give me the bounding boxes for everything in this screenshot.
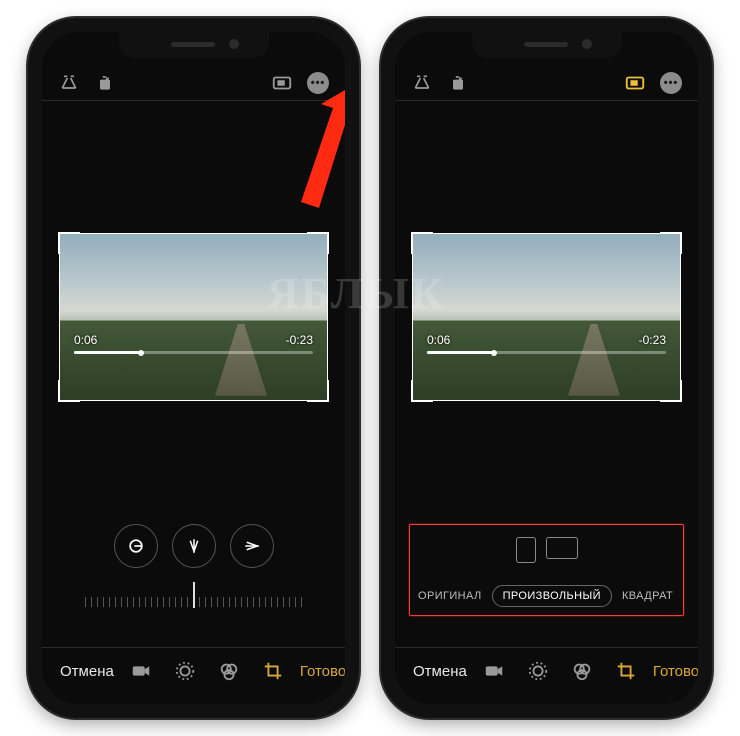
crop-handle-tr[interactable] (307, 232, 329, 254)
crop-handle-bl[interactable] (411, 380, 433, 402)
notch (472, 32, 622, 58)
video-tab-icon[interactable] (130, 660, 152, 682)
rotate-icon[interactable] (447, 72, 469, 94)
remaining-time: -0:23 (286, 333, 313, 347)
straighten-button[interactable] (114, 524, 158, 568)
aspect-ratio-panel: ОРИГИНАЛ ПРОИЗВОЛЬНЫЙ КВАДРАТ 16:9 (409, 524, 684, 616)
aspect-ratio-icon[interactable] (271, 72, 293, 94)
crop-tab-icon[interactable] (262, 660, 284, 682)
cancel-button[interactable]: Отмена (413, 663, 467, 680)
orientation-landscape[interactable] (546, 537, 578, 559)
crop-handle-tr[interactable] (660, 232, 682, 254)
horizontal-perspective-button[interactable] (230, 524, 274, 568)
done-button[interactable]: Готово (300, 663, 345, 680)
aspect-option-square[interactable]: КВАДРАТ (622, 590, 673, 602)
video-crop-frame[interactable]: 0:06 -0:23 (60, 234, 327, 400)
editor-bottom-bar: Отмена Готово (42, 647, 345, 694)
phone-mock-right: ••• 0:06 -0:23 (381, 18, 712, 718)
crop-handle-tl[interactable] (411, 232, 433, 254)
aspect-ratio-options: ОРИГИНАЛ ПРОИЗВОЛЬНЫЙ КВАДРАТ 16:9 (410, 585, 683, 607)
flip-horizontal-icon[interactable] (58, 72, 80, 94)
video-scrubber[interactable]: 0:06 -0:23 (74, 324, 313, 354)
adjust-tab-icon[interactable] (527, 660, 549, 682)
adjust-tab-icon[interactable] (174, 660, 196, 682)
more-icon[interactable]: ••• (307, 72, 329, 94)
rotation-dial[interactable] (76, 584, 311, 612)
rotate-icon[interactable] (94, 72, 116, 94)
editor-bottom-bar: Отмена Готово (395, 647, 698, 694)
filters-tab-icon[interactable] (571, 660, 593, 682)
crop-handle-br[interactable] (307, 380, 329, 402)
vertical-perspective-button[interactable] (172, 524, 216, 568)
video-preview (413, 234, 680, 400)
screen-left: ••• 0:06 -0:23 (42, 32, 345, 704)
phone-mock-left: ••• 0:06 -0:23 (28, 18, 359, 718)
screen-right: ••• 0:06 -0:23 (395, 32, 698, 704)
done-button[interactable]: Готово (653, 663, 698, 680)
more-icon[interactable]: ••• (660, 72, 682, 94)
video-preview (60, 234, 327, 400)
elapsed-time: 0:06 (74, 333, 97, 347)
transform-controls (42, 524, 345, 568)
cancel-button[interactable]: Отмена (60, 663, 114, 680)
aspect-ratio-icon[interactable] (624, 72, 646, 94)
annotation-arrow (275, 90, 345, 210)
video-tab-icon[interactable] (483, 660, 505, 682)
crop-handle-br[interactable] (660, 380, 682, 402)
flip-horizontal-icon[interactable] (411, 72, 433, 94)
notch (119, 32, 269, 58)
video-scrubber[interactable]: 0:06 -0:23 (427, 324, 666, 354)
remaining-time: -0:23 (639, 333, 666, 347)
elapsed-time: 0:06 (427, 333, 450, 347)
orientation-portrait[interactable] (516, 537, 536, 563)
crop-top-toolbar: ••• (395, 66, 698, 101)
crop-handle-tl[interactable] (58, 232, 80, 254)
crop-top-toolbar: ••• (42, 66, 345, 101)
orientation-row (410, 537, 683, 563)
video-crop-frame[interactable]: 0:06 -0:23 (413, 234, 680, 400)
crop-handle-bl[interactable] (58, 380, 80, 402)
filters-tab-icon[interactable] (218, 660, 240, 682)
crop-tab-icon[interactable] (615, 660, 637, 682)
aspect-option-original[interactable]: ОРИГИНАЛ (418, 590, 482, 602)
aspect-option-freeform[interactable]: ПРОИЗВОЛЬНЫЙ (492, 585, 612, 607)
